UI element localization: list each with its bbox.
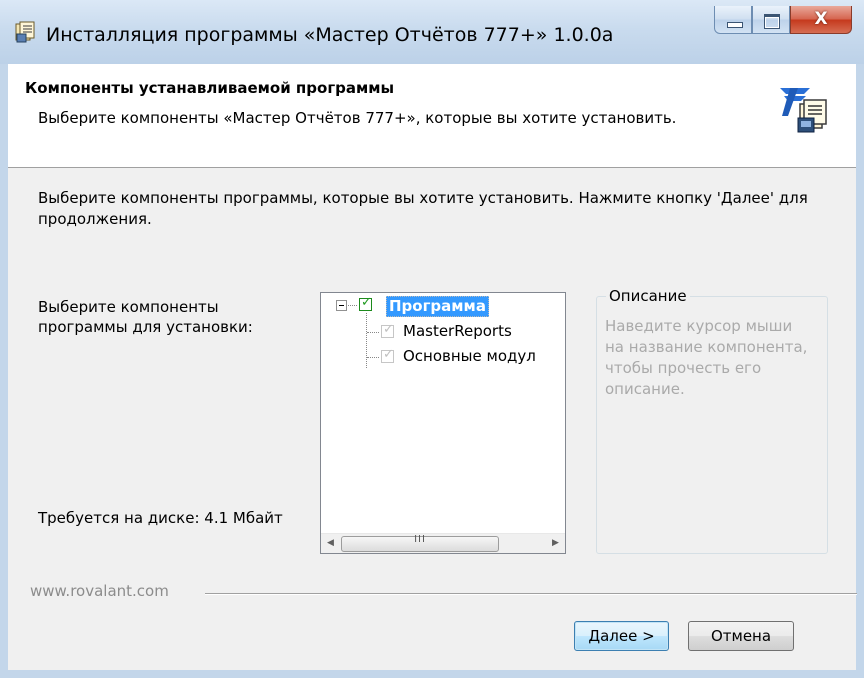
tree-node-label: Основные модул [403,347,536,365]
tree-connector [367,357,379,358]
instruction-text: Выберите компоненты программы, которые в… [38,189,808,228]
installer-logo-icon [780,88,827,133]
disk-space-label: Требуется на диске: 4.1 Мбайт [38,509,283,527]
checkbox-masterreports[interactable]: ✓ [381,322,394,338]
tree-node-child[interactable]: ✓ MasterReports [321,320,561,342]
check-icon: ✓ [361,295,372,310]
scroll-thumb[interactable]: III [341,534,499,552]
description-legend: Описание [606,287,690,305]
header-panel: Компоненты устанавливаемой программы Выб… [8,64,856,168]
cancel-button[interactable]: Отмена [688,621,794,651]
close-icon: X [814,9,828,29]
tree-node-label: MasterReports [403,322,512,340]
brand-url: www.rovalant.com [30,582,169,600]
tree-node-root[interactable]: ✓ Программа [321,293,561,317]
tree-node-label: Программа [386,296,489,317]
window-title: Инсталляция программы «Мастер Отчётов 77… [46,24,614,46]
caption-buttons: X [714,6,852,36]
installer-window: Инсталляция программы «Мастер Отчётов 77… [0,0,864,678]
window-bottom-border [0,670,864,678]
checkbox-root[interactable]: ✓ [359,295,372,311]
components-label: Выберите компоненты программы для устано… [38,298,253,336]
description-text: Наведите курсор мыши на название компоне… [605,317,808,398]
maximize-button[interactable] [752,6,790,34]
dialog-client-area: Компоненты устанавливаемой программы Выб… [8,64,857,678]
installer-app-icon [15,21,35,43]
page-subtitle: Выберите компоненты «Мастер Отчётов 777+… [38,109,677,127]
maximize-icon [764,14,780,29]
scroll-grip: III [414,534,426,545]
check-icon: ✓ [383,322,394,337]
check-icon: ✓ [383,347,394,362]
tree-connector [348,305,357,306]
tree-node-child[interactable]: ✓ Основные модул [321,345,561,367]
scroll-left-arrow-icon[interactable]: ◀ [321,534,340,553]
horizontal-scrollbar[interactable]: ◀ III ▶ [321,533,565,553]
next-button[interactable]: Далее > [574,621,669,651]
minimize-icon [727,22,743,28]
title-bar[interactable]: Инсталляция программы «Мастер Отчётов 77… [0,0,864,64]
components-tree[interactable]: ✓ Программа ✓ MasterReports ✓ Основные м… [320,292,566,554]
checkbox-core-modules[interactable]: ✓ [381,347,394,363]
minimize-button[interactable] [714,6,752,34]
tree-connector [367,332,379,333]
scroll-right-arrow-icon[interactable]: ▶ [546,534,565,553]
collapse-icon[interactable] [336,300,347,311]
footer-divider [205,593,857,595]
page-title: Компоненты устанавливаемой программы [25,79,395,97]
close-button[interactable]: X [790,6,852,34]
